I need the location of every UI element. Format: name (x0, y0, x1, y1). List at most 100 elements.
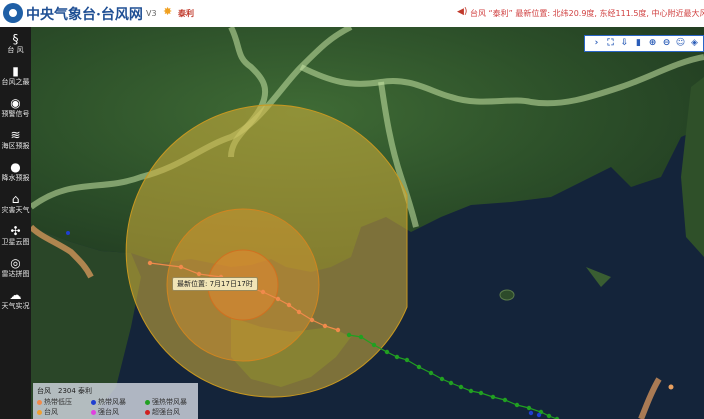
typhoon-icon: § (12, 32, 19, 46)
current-typhoon-link[interactable]: 泰利 (178, 8, 194, 19)
map-legend: 台风 2304 泰利 热带低压 热带风暴 强热带风暴台风 强台风 超强台风 (33, 383, 198, 419)
rain-icon: ● (10, 160, 21, 174)
export-icon[interactable]: ⇩ (619, 37, 630, 50)
news-ticker: 台风 “泰利” 最新位置: 北纬20.9度, 东经111.5度, 中心附近最大风… (470, 9, 704, 18)
sidebar-item-8[interactable]: ☁ 天气实况 (0, 285, 31, 317)
sea-icon: ≋ (10, 128, 21, 142)
track-point[interactable] (478, 390, 484, 396)
legend-item: 热带低压 (37, 397, 72, 407)
satellite-icon: ✣ (10, 224, 21, 238)
legend-label: 超强台风 (152, 408, 180, 416)
version-badge: V3 (146, 9, 157, 18)
sidebar-item-label: 台风之最 (1, 78, 30, 86)
track-point[interactable] (416, 364, 422, 370)
speaker-icon: ◀) (457, 7, 468, 17)
islet (499, 289, 515, 301)
track-point[interactable] (546, 413, 552, 419)
sidebar-item-6[interactable]: ✣ 卫星云图 (0, 221, 31, 253)
track-point[interactable] (448, 380, 454, 386)
track-point[interactable] (358, 334, 364, 340)
legend-item: 强热带风暴 (145, 397, 187, 407)
map-canvas[interactable] (31, 27, 704, 419)
legend-color-dot (91, 399, 96, 405)
top-bar: 中央气象台·台风网 V3 ✸ 泰利 ◀) 台风 “泰利” 最新位置: 北纬20.… (0, 0, 704, 28)
sidebar-item-0[interactable]: § 台 风 (0, 29, 31, 61)
legend-color-dot (145, 399, 150, 405)
sidebar: § 台 风 ▮ 台风之最 ◉ 预警信号 ≋ 海区预报 ● 降水预报 ⌂ 灾害天气 ✣ 卫星云图 ◎ 雷达拼图 ☁… (0, 27, 31, 419)
legend-item: 超强台风 (145, 407, 180, 417)
radar-icon: ◎ (10, 256, 21, 270)
fullscreen-icon[interactable]: ⛶ (605, 37, 616, 50)
legend-label: 热带风暴 (98, 398, 126, 406)
track-point[interactable] (394, 354, 400, 360)
sidebar-item-1[interactable]: ▮ 台风之最 (0, 61, 31, 93)
latest-position-label: 最新位置: 7月17日17时 (172, 277, 258, 291)
sidebar-item-2[interactable]: ◉ 预警信号 (0, 93, 31, 125)
track-point-forecast-end[interactable] (536, 412, 542, 418)
legend-title: 台风 2304 泰利 (37, 387, 93, 395)
legend-label: 热带低压 (44, 398, 72, 406)
sidebar-item-label: 雷达拼图 (1, 270, 30, 278)
track-point-forecast-end[interactable] (528, 410, 534, 416)
track-dot-right (668, 384, 674, 390)
track-point[interactable] (178, 264, 184, 270)
legend-item: 热带风暴 (91, 397, 126, 407)
track-point[interactable] (322, 323, 328, 329)
track-point[interactable] (404, 357, 410, 363)
house-icon: ⌂ (11, 192, 20, 206)
nmc-logo-icon (3, 3, 23, 23)
track-point[interactable] (502, 397, 508, 403)
sidebar-item-3[interactable]: ≋ 海区预报 (0, 125, 31, 157)
track-point[interactable] (147, 260, 153, 266)
bar-chart-icon: ▮ (12, 64, 19, 78)
legend-label: 台风 (44, 408, 58, 416)
arrow-icon[interactable]: › (591, 37, 602, 50)
legend-item: 台风 (37, 407, 58, 417)
track-point[interactable] (286, 302, 292, 308)
legend-color-dot (37, 409, 42, 415)
track-point[interactable] (275, 296, 281, 302)
zoom-in-icon[interactable]: ⊕ (647, 37, 658, 50)
track-point[interactable] (458, 384, 464, 390)
legend-label: 强台风 (98, 408, 119, 416)
track-point[interactable] (514, 402, 520, 408)
cloud-icon: ☁ (9, 288, 22, 302)
track-point[interactable] (296, 309, 302, 315)
legend-color-dot (145, 409, 150, 415)
track-point[interactable] (384, 349, 390, 355)
sidebar-item-label: 降水预报 (1, 174, 30, 182)
ruler-icon[interactable]: ▮ (633, 37, 644, 50)
zoom-out-icon[interactable]: ⊖ (661, 37, 672, 50)
signal-icon: ◉ (10, 96, 21, 110)
sidebar-item-label: 台 风 (7, 46, 24, 54)
sidebar-item-label: 灾害天气 (1, 206, 30, 214)
track-point[interactable] (196, 271, 202, 277)
track-point[interactable] (526, 405, 532, 411)
map-toolbar: › ⛶ ⇩ ▮ ⊕ ⊖ ☺ ◈ (584, 35, 704, 52)
sidebar-item-label: 海区预报 (1, 142, 30, 150)
station-marker (66, 231, 70, 235)
sidebar-item-label: 天气实况 (1, 302, 30, 310)
sidebar-item-label: 预警信号 (1, 110, 30, 118)
layers-icon[interactable]: ◈ (689, 37, 700, 50)
track-point[interactable] (428, 370, 434, 376)
site-title: 中央气象台·台风网 (26, 7, 143, 23)
track-point[interactable] (490, 394, 496, 400)
track-point[interactable] (346, 332, 352, 338)
legend-color-dot (37, 399, 42, 405)
user-icon[interactable]: ☺ (675, 37, 686, 50)
track-point[interactable] (439, 376, 445, 382)
sidebar-item-5[interactable]: ⌂ 灾害天气 (0, 189, 31, 221)
track-point[interactable] (260, 289, 266, 295)
track-point[interactable] (309, 317, 315, 323)
track-point[interactable] (371, 342, 377, 348)
track-point[interactable] (335, 327, 341, 333)
legend-item: 强台风 (91, 407, 119, 417)
typhoon-icon: ✸ (163, 5, 173, 18)
map-view[interactable] (31, 27, 704, 419)
sidebar-item-4[interactable]: ● 降水预报 (0, 157, 31, 189)
sidebar-item-label: 卫星云图 (1, 238, 30, 246)
legend-color-dot (91, 409, 96, 415)
sidebar-item-7[interactable]: ◎ 雷达拼图 (0, 253, 31, 285)
track-point[interactable] (468, 388, 474, 394)
